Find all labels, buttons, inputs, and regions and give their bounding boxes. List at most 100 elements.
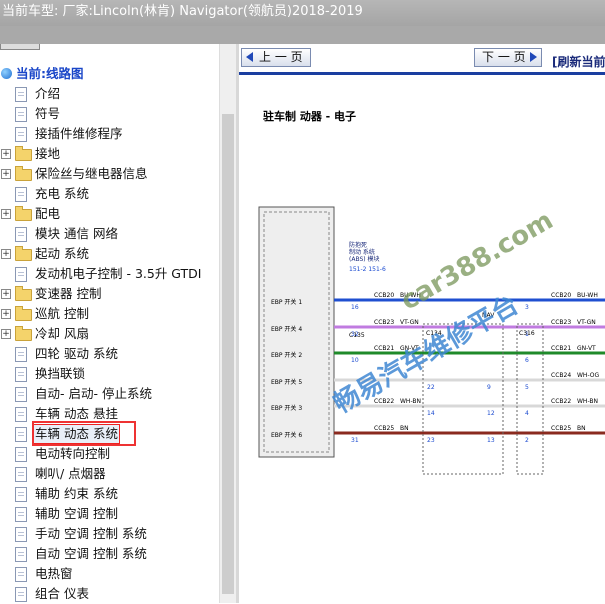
tree-scrollbar[interactable] — [219, 44, 237, 603]
ebp-switch-label: EBP 开关 5 — [271, 378, 302, 386]
expand-plus-icon[interactable]: + — [1, 169, 11, 179]
navigation-tree-panel: 当前:线路图 介绍符号接插件维修程序 + 接地 + 保险丝与继电器信息充电 系统 + 配电模块… — [0, 44, 236, 603]
wire-color-label: BN — [400, 425, 409, 432]
ebp-switch-label: EBP 开关 3 — [271, 404, 302, 412]
c316-pin-label: 13 — [487, 437, 495, 444]
wire-color-label: VT-GN — [400, 319, 419, 326]
title-bar: 当前车型: 厂家:Lincoln(林肯) Navigator(领航员)2018-… — [0, 0, 605, 26]
tree-item-label: 电动转向控制 — [35, 446, 111, 461]
tree-item[interactable]: 电动转向控制 — [0, 444, 220, 464]
c316-pin-label: 12 — [487, 410, 495, 417]
document-icon — [15, 487, 27, 502]
tree-item-label: 电热窗 — [35, 566, 73, 581]
document-icon — [15, 127, 27, 142]
expand-plus-icon[interactable]: + — [1, 309, 11, 319]
tree-item[interactable]: 发动机电子控制 - 3.5升 GTDI — [0, 264, 220, 284]
tree-item[interactable]: 接插件维修程序 — [0, 124, 220, 144]
tree-item[interactable]: + 保险丝与继电器信息 — [0, 164, 220, 184]
wire-circuit-label: CCB21 — [551, 345, 571, 352]
model-title: 当前车型: 厂家:Lincoln(林肯) Navigator(领航员)2018-… — [2, 4, 363, 19]
tree-item[interactable]: 符号 — [0, 104, 220, 124]
tree-view: 当前:线路图 介绍符号接插件维修程序 + 接地 + 保险丝与继电器信息充电 系统 + 配电模块… — [0, 64, 220, 604]
toolbar-strip — [0, 26, 605, 44]
document-icon — [15, 467, 27, 482]
tree-item[interactable]: 电热窗 — [0, 564, 220, 584]
wire-circuit-label: CCB23 — [374, 319, 394, 326]
folder-icon — [15, 166, 32, 181]
wire-pin-label: 3 — [525, 304, 529, 311]
tree-item-label: 换挡联锁 — [35, 366, 86, 381]
abs-module-pins: 151-2 151-6 — [349, 266, 386, 273]
wire-pin-label: 4 — [525, 410, 529, 417]
next-page-button[interactable]: 下 一 页 — [474, 48, 542, 67]
wire-circuit-label: CCB20 — [374, 292, 394, 299]
tree-item-label: 充电 系统 — [35, 186, 89, 201]
folder-icon — [15, 146, 32, 161]
tree-root[interactable]: 当前:线路图 — [0, 64, 220, 84]
tree-item[interactable]: 充电 系统 — [0, 184, 220, 204]
mid-pin-label: 23 — [427, 437, 435, 444]
expand-plus-icon[interactable]: + — [1, 289, 11, 299]
folder-icon — [15, 206, 32, 221]
tree-item[interactable]: 模块 通信 网络 — [0, 224, 220, 244]
expand-plus-icon[interactable]: + — [1, 149, 11, 159]
tree-item[interactable]: 组合 仪表 — [0, 584, 220, 604]
expand-plus-icon[interactable]: + — [1, 209, 11, 219]
tree-item-label: 四轮 驱动 系统 — [35, 346, 118, 361]
document-icon — [15, 587, 27, 602]
tree-item[interactable]: 喇叭/ 点烟器 — [0, 464, 220, 484]
folder-icon — [15, 286, 32, 301]
scrollbar-thumb[interactable] — [222, 114, 234, 594]
tree-item[interactable]: 手动 空调 控制 系统 — [0, 524, 220, 544]
wire-circuit-label: CCB20 — [551, 292, 571, 299]
connector-c135: C135 — [349, 332, 365, 339]
tree-item[interactable]: + 巡航 控制 — [0, 304, 220, 324]
tree-item[interactable]: + 冷却 风扇 — [0, 324, 220, 344]
tree-item[interactable]: 辅助 约束 系统 — [0, 484, 220, 504]
tree-item[interactable]: 辅助 空调 控制 — [0, 504, 220, 524]
document-icon — [15, 187, 27, 202]
wire-circuit-label: CCB25 — [551, 425, 571, 432]
wire-color-label: VT-GN — [577, 319, 596, 326]
previous-page-button[interactable]: 上 一 页 — [241, 48, 311, 67]
document-icon — [15, 407, 27, 422]
expand-plus-icon[interactable]: + — [1, 329, 11, 339]
folder-icon — [15, 326, 32, 341]
tree-item-label: 符号 — [35, 106, 61, 121]
wire-pin-label: 10 — [351, 357, 359, 364]
arrow-right-icon — [530, 52, 537, 62]
document-icon — [15, 387, 27, 402]
tree-item-label: 配电 — [35, 206, 61, 221]
tree-item[interactable]: + 接地 — [0, 144, 220, 164]
tree-item-label: 巡航 控制 — [35, 306, 89, 321]
tree-item[interactable]: 自动- 启动- 停止系统 — [0, 384, 220, 404]
tree-item[interactable]: + 变速器 控制 — [0, 284, 220, 304]
tree-item-label: 模块 通信 网络 — [35, 226, 118, 241]
refresh-link[interactable]: [刷新当前 — [552, 53, 605, 70]
mid-pin-label: 14 — [427, 410, 435, 417]
tree-root-label: 当前:线路图 — [16, 66, 84, 81]
wire-color-label: BU-WH — [577, 292, 598, 299]
diagram-title: 驻车制 动器 - 电子 — [263, 110, 357, 123]
tree-item-label: 起动 系统 — [35, 246, 89, 261]
ebp-switch-label: EBP 开关 4 — [271, 325, 302, 333]
tree-item[interactable]: 自动 空调 控制 系统 — [0, 544, 220, 564]
tree-item[interactable]: 换挡联锁 — [0, 364, 220, 384]
panel-tab[interactable] — [0, 44, 40, 50]
tree-item[interactable]: + 配电 — [0, 204, 220, 224]
tree-item[interactable]: + 起动 系统 — [0, 244, 220, 264]
wire-color-label: WH-BN — [400, 398, 421, 405]
tree-item[interactable]: 四轮 驱动 系统 — [0, 344, 220, 364]
tree-item[interactable]: 介绍 — [0, 84, 220, 104]
document-icon — [15, 347, 27, 362]
tree-item-label: 手动 空调 控制 系统 — [35, 526, 147, 541]
tree-item-label: 介绍 — [35, 86, 61, 101]
wire-circuit-label: CCB22 — [551, 398, 571, 405]
abs-module-label-2: 制动 系统 — [349, 248, 375, 256]
expand-plus-icon[interactable]: + — [1, 249, 11, 259]
abs-module-label-3: (ABS) 模块 — [349, 255, 380, 263]
tree-item-label: 喇叭/ 点烟器 — [35, 466, 106, 481]
wire-pin-label: 5 — [525, 384, 529, 391]
wire-pin-label: 16 — [351, 304, 359, 311]
wire-pin-label: 6 — [525, 357, 529, 364]
